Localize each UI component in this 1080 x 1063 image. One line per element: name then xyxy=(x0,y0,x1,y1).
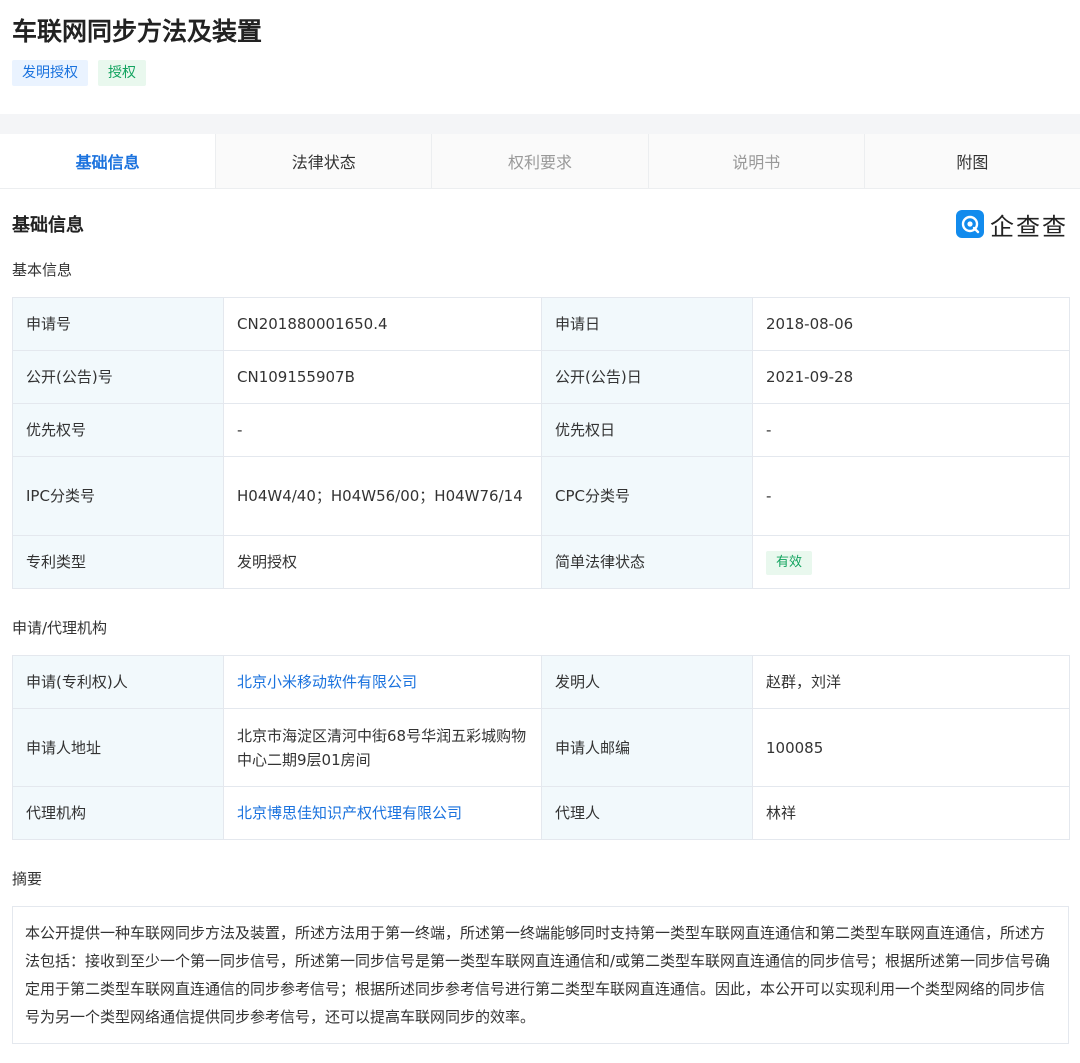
value-inventor: 赵群，刘洋 xyxy=(752,655,1070,709)
tab-bar: 基础信息 法律状态 权利要求 说明书 附图 xyxy=(0,134,1080,189)
applicant-link[interactable]: 北京小米移动软件有限公司 xyxy=(237,673,417,691)
value-cpc-class: - xyxy=(752,456,1070,536)
abstract-title: 摘要 xyxy=(12,870,43,888)
page-title: 车联网同步方法及装置 xyxy=(12,17,263,46)
table-row: 申请人地址 北京市海淀区清河中街68号华润五彩城购物中心二期9层01房间 申请人… xyxy=(12,708,1070,787)
value-publication-number: CN109155907B xyxy=(223,350,542,404)
table-row: 专利类型 发明授权 简单法律状态 有效 xyxy=(12,535,1070,589)
abstract-text: 本公开提供一种车联网同步方法及装置，所述方法用于第一终端，所述第一终端能够同时支… xyxy=(12,906,1069,1044)
brand-name: 企查查 xyxy=(990,212,1068,241)
tab-drawings[interactable]: 附图 xyxy=(865,134,1080,188)
separator-band xyxy=(0,114,1080,134)
value-applicant: 北京小米移动软件有限公司 xyxy=(223,655,542,709)
label-application-date: 申请日 xyxy=(541,297,753,351)
value-publication-date: 2021-09-28 xyxy=(752,350,1070,404)
value-application-number: CN201880001650.4 xyxy=(223,297,542,351)
label-postal-code: 申请人邮编 xyxy=(541,708,753,787)
value-agent: 林祥 xyxy=(752,786,1070,840)
label-publication-date: 公开(公告)日 xyxy=(541,350,753,404)
status-badge: 有效 xyxy=(766,551,813,575)
tab-legal-status[interactable]: 法律状态 xyxy=(216,134,433,188)
value-postal-code: 100085 xyxy=(752,708,1070,787)
label-patent-type: 专利类型 xyxy=(12,535,224,589)
brand-logo: 企查查 xyxy=(956,207,1068,242)
label-priority-date: 优先权日 xyxy=(541,403,753,457)
label-agency: 代理机构 xyxy=(12,786,224,840)
value-application-date: 2018-08-06 xyxy=(752,297,1070,351)
label-cpc-class: CPC分类号 xyxy=(541,456,753,536)
label-legal-status: 简单法律状态 xyxy=(541,535,753,589)
grant-status-tag: 授权 xyxy=(98,60,146,86)
tab-basic-info[interactable]: 基础信息 xyxy=(0,134,217,188)
value-agency: 北京博思佳知识产权代理有限公司 xyxy=(223,786,542,840)
value-priority-date: - xyxy=(752,403,1070,457)
label-applicant: 申请(专利权)人 xyxy=(12,655,224,709)
label-applicant-address: 申请人地址 xyxy=(12,708,224,787)
table-row: 申请(专利权)人 北京小米移动软件有限公司 发明人 赵群，刘洋 xyxy=(12,655,1070,709)
value-priority-number: - xyxy=(223,403,542,457)
agency-info-title: 申请/代理机构 xyxy=(12,619,108,637)
tab-description[interactable]: 说明书 xyxy=(649,134,865,188)
table-row: 公开(公告)号 CN109155907B 公开(公告)日 2021-09-28 xyxy=(12,350,1070,404)
agency-link[interactable]: 北京博思佳知识产权代理有限公司 xyxy=(237,804,462,822)
section-title: 基础信息 xyxy=(12,215,84,236)
label-agent: 代理人 xyxy=(541,786,753,840)
label-priority-number: 优先权号 xyxy=(12,403,224,457)
value-applicant-address: 北京市海淀区清河中街68号华润五彩城购物中心二期9层01房间 xyxy=(223,708,542,787)
value-patent-type: 发明授权 xyxy=(223,535,542,589)
basic-info-table: 申请号 CN201880001650.4 申请日 2018-08-06 公开(公… xyxy=(12,297,1070,589)
label-ipc-class: IPC分类号 xyxy=(12,456,224,536)
tag-group: 发明授权 授权 xyxy=(12,60,1068,86)
brand-logo-icon xyxy=(956,210,984,238)
basic-info-title: 基本信息 xyxy=(12,261,73,279)
table-row: 优先权号 - 优先权日 - xyxy=(12,403,1070,457)
label-application-number: 申请号 xyxy=(12,297,224,351)
tab-claims[interactable]: 权利要求 xyxy=(432,134,649,188)
value-ipc-class: H04W4/40；H04W56/00；H04W76/14 xyxy=(223,456,542,536)
table-row: 代理机构 北京博思佳知识产权代理有限公司 代理人 林祥 xyxy=(12,786,1070,840)
value-legal-status: 有效 xyxy=(752,535,1070,589)
label-inventor: 发明人 xyxy=(541,655,753,709)
page-header: 车联网同步方法及装置 发明授权 授权 xyxy=(0,0,1080,114)
section-header: 基础信息 企查查 xyxy=(0,193,1080,255)
table-row: IPC分类号 H04W4/40；H04W56/00；H04W76/14 CPC分… xyxy=(12,456,1070,536)
agency-info-table: 申请(专利权)人 北京小米移动软件有限公司 发明人 赵群，刘洋 申请人地址 北京… xyxy=(12,655,1070,840)
table-row: 申请号 CN201880001650.4 申请日 2018-08-06 xyxy=(12,297,1070,351)
patent-type-tag: 发明授权 xyxy=(12,60,88,86)
label-publication-number: 公开(公告)号 xyxy=(12,350,224,404)
